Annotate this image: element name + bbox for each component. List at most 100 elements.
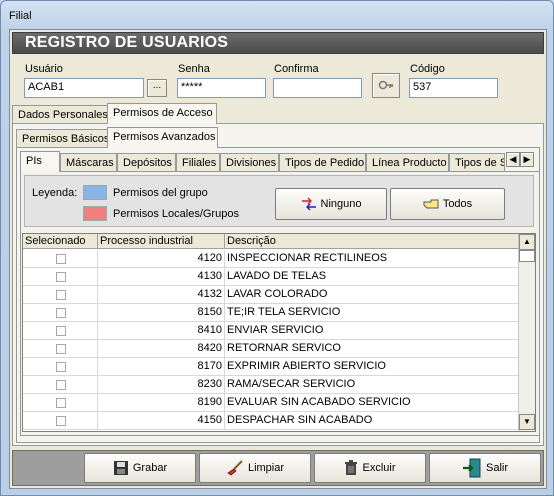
cell-descricao: EVALUAR SIN ACABADO SERVICIO (225, 394, 519, 412)
legend-group-label: Permisos del grupo (113, 187, 208, 199)
senha-input[interactable]: ***** (177, 78, 266, 98)
cell-descricao: LAVADO DE TELAS (225, 268, 519, 286)
tab-tipos-servicio[interactable]: Tipos de Se (449, 153, 505, 172)
cell-descricao: RAMA/SECAR SERVICIO (225, 376, 519, 394)
cell-processo: 4120 (98, 250, 225, 268)
cell-descricao: EXPRIMIR ABIERTO SERVICIO (225, 358, 519, 376)
legend-group-swatch (83, 185, 107, 200)
cell-descricao: INSPECCIONAR RECTILINEOS (225, 250, 519, 268)
table-row[interactable]: 4150 DESPACHAR SIN ACABADO (23, 412, 519, 430)
tab-divisiones[interactable]: Divisiones (220, 153, 279, 172)
client-area: REGISTRO DE USUARIOS Usuário ACAB1 ... S… (9, 29, 547, 489)
cell-selecionado[interactable] (23, 268, 98, 286)
tab-pis[interactable]: PIs (20, 151, 60, 172)
arrow-up-icon: ▲ (523, 237, 531, 246)
pointing-hand-icon (423, 199, 439, 209)
row-checkbox[interactable] (56, 362, 66, 372)
scroll-thumb[interactable] (519, 250, 535, 262)
exit-door-icon (462, 458, 481, 478)
cell-selecionado[interactable] (23, 340, 98, 358)
cell-selecionado[interactable] (23, 412, 98, 430)
table-row[interactable]: 8420 RETORNAR SERVICO (23, 340, 519, 358)
row-checkbox[interactable] (56, 344, 66, 354)
table-row[interactable]: 8190 EVALUAR SIN ACABADO SERVICIO (23, 394, 519, 412)
row-checkbox[interactable] (56, 398, 66, 408)
column-header-descricao[interactable]: Descrição (225, 234, 519, 249)
cell-processo: 4150 (98, 412, 225, 430)
cell-selecionado[interactable] (23, 304, 98, 322)
browse-button[interactable]: ... (147, 79, 167, 97)
table-row[interactable]: 8170 EXPRIMIR ABIERTO SERVICIO (23, 358, 519, 376)
confirma-input[interactable] (273, 78, 362, 98)
column-header-processo[interactable]: Processo industrial (98, 234, 225, 249)
grabar-button[interactable]: Grabar (84, 453, 196, 483)
tab-linea-producto[interactable]: Línea Producto (366, 153, 449, 172)
tab-permisos-acceso[interactable]: Permisos de Acceso (107, 103, 217, 124)
chevron-left-icon: ◀ (509, 154, 517, 164)
tab-permisos-avanzados[interactable]: Permisos Avanzados (107, 127, 218, 148)
excluir-button[interactable]: Excluir (314, 453, 426, 483)
table-row[interactable]: 4120 INSPECCIONAR RECTILINEOS (23, 250, 519, 268)
tab-filiales[interactable]: Filiales (176, 153, 220, 172)
cell-descricao: DESPACHAR SIN ACABADO (225, 412, 519, 430)
salir-button[interactable]: Salir (429, 453, 541, 483)
tab-tipos-pedido[interactable]: Tipos de Pedido (279, 153, 366, 172)
usuario-input[interactable]: ACAB1 (24, 78, 144, 98)
table-row[interactable]: 8410 ENVIAR SERVICIO (23, 322, 519, 340)
row-checkbox[interactable] (56, 272, 66, 282)
chevron-right-icon: ▶ (523, 154, 531, 164)
process-grid: Selecionado Processo industrial Descriçã… (22, 233, 536, 432)
cell-selecionado[interactable] (23, 376, 98, 394)
cell-selecionado[interactable] (23, 394, 98, 412)
tab-permisos-basicos[interactable]: Permisos Básicos (16, 129, 109, 148)
todos-button[interactable]: Todos (390, 188, 505, 220)
cell-selecionado[interactable] (23, 322, 98, 340)
key-icon (378, 80, 393, 90)
grid-vertical-scrollbar[interactable]: ▲ ▼ (518, 234, 535, 431)
column-header-selecionado[interactable]: Selecionado (23, 234, 98, 249)
cell-selecionado[interactable] (23, 250, 98, 268)
key-button[interactable] (372, 73, 400, 98)
senha-label: Senha (178, 63, 210, 75)
tab-scroll-left-button[interactable]: ◀ (506, 152, 520, 167)
row-checkbox[interactable] (56, 380, 66, 390)
row-checkbox[interactable] (56, 308, 66, 318)
tab-depositos[interactable]: Depósitos (117, 153, 176, 172)
tab-mascaras[interactable]: Máscaras (60, 153, 117, 172)
cell-selecionado[interactable] (23, 286, 98, 304)
save-icon (113, 461, 128, 475)
table-row[interactable]: 4130 LAVADO DE TELAS (23, 268, 519, 286)
ninguno-label: Ninguno (320, 198, 362, 210)
legend-local-swatch (83, 206, 107, 221)
codigo-input[interactable]: 537 (409, 78, 498, 98)
table-row[interactable]: 8150 TE;IR TELA SERVICIO (23, 304, 519, 322)
cell-processo: 8190 (98, 394, 225, 412)
ninguno-button[interactable]: Ninguno (275, 188, 387, 220)
cell-descricao: TE;IR TELA SERVICIO (225, 304, 519, 322)
scroll-down-button[interactable]: ▼ (519, 414, 535, 430)
cell-processo: 8410 (98, 322, 225, 340)
row-checkbox[interactable] (56, 326, 66, 336)
cell-processo: 8150 (98, 304, 225, 322)
cell-processo: 8420 (98, 340, 225, 358)
row-checkbox[interactable] (56, 254, 66, 264)
tab-dados-personales[interactable]: Dados Personales (12, 105, 108, 124)
row-checkbox[interactable] (56, 416, 66, 426)
cell-descricao: LAVAR COLORADO (225, 286, 519, 304)
broom-icon (227, 460, 243, 476)
limpiar-button[interactable]: Limpiar (199, 453, 311, 483)
cell-descricao: RETORNAR SERVICO (225, 340, 519, 358)
todos-label: Todos (442, 198, 473, 210)
scroll-up-button[interactable]: ▲ (519, 234, 535, 250)
row-checkbox[interactable] (56, 290, 66, 300)
window: Filial REGISTRO DE USUARIOS Usuário ACAB… (0, 0, 554, 496)
tab-scroll-right-button[interactable]: ▶ (520, 152, 534, 167)
footer-bar: Grabar Limpiar Excluir Salir (12, 450, 544, 486)
cell-processo: 4130 (98, 268, 225, 286)
cell-selecionado[interactable] (23, 358, 98, 376)
table-row[interactable]: 8230 RAMA/SECAR SERVICIO (23, 376, 519, 394)
grabar-label: Grabar (132, 462, 168, 474)
cell-processo: 8170 (98, 358, 225, 376)
trash-icon (345, 460, 358, 475)
table-row[interactable]: 4132 LAVAR COLORADO (23, 286, 519, 304)
